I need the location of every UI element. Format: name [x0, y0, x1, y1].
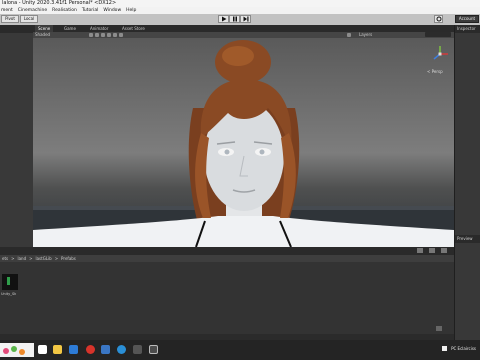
opera-icon[interactable] — [86, 345, 95, 354]
hierarchy-tab[interactable] — [0, 25, 33, 33]
window-title: lalona - Unity 2020.3.41f1 Personal* <DX… — [0, 0, 480, 7]
menu-item[interactable]: ment — [1, 7, 13, 14]
breadcrumb-separator: > — [29, 256, 33, 261]
account-dropdown[interactable]: Account — [455, 15, 479, 23]
main-toolbar: Pivot Local Account — [0, 14, 480, 25]
filter-icon[interactable] — [429, 248, 435, 253]
2d-toggle-icon[interactable] — [89, 33, 93, 37]
tab-scene[interactable]: Scene — [35, 25, 54, 32]
breadcrumb-item[interactable]: lastGLib — [35, 255, 51, 262]
menu-item-help[interactable]: Help — [126, 7, 136, 14]
tray-text: PC Eclairciss — [451, 346, 476, 351]
breadcrumb-item[interactable]: land — [17, 255, 26, 262]
unity-icon[interactable] — [149, 345, 158, 354]
system-tray: PC Eclairciss — [442, 346, 476, 351]
cloud-button[interactable] — [434, 15, 443, 23]
start-logo[interactable] — [0, 343, 34, 357]
tools-icon[interactable] — [347, 33, 351, 37]
effects-toggle-icon[interactable] — [107, 33, 111, 37]
breadcrumb-item-prefabs[interactable]: Prefabs — [61, 255, 76, 262]
os-taskbar: PC Eclairciss — [0, 340, 480, 360]
weather-icon[interactable] — [442, 346, 448, 351]
breadcrumb-separator: > — [54, 256, 59, 261]
pause-button[interactable] — [229, 15, 240, 23]
gear-icon — [436, 16, 441, 22]
file-explorer-icon[interactable] — [53, 345, 62, 354]
app-icon[interactable] — [117, 345, 126, 354]
scene-viewport[interactable]: < Persp — [33, 38, 454, 247]
asset-label: Unity_Sk — [1, 292, 17, 296]
scene-search-input[interactable] — [425, 32, 451, 37]
audio-toggle-icon[interactable] — [101, 33, 105, 37]
prefab-thumbnail[interactable] — [2, 274, 18, 290]
lighting-toggle-icon[interactable] — [95, 33, 99, 37]
edge-icon[interactable] — [69, 345, 78, 354]
project-browser: Unity_Sk — [0, 262, 454, 334]
github-icon[interactable] — [133, 345, 142, 354]
lock-icon[interactable] — [417, 248, 423, 253]
play-button[interactable] — [218, 15, 229, 23]
zoom-slider[interactable] — [436, 326, 442, 331]
pivot-toggle[interactable]: Pivot — [1, 15, 19, 23]
local-toggle[interactable]: Local — [20, 15, 38, 23]
tab-asset-store[interactable]: Asset Store — [119, 25, 148, 32]
step-button[interactable] — [240, 15, 251, 23]
hidden-objects-icon[interactable] — [113, 33, 117, 37]
camera-settings-icon[interactable] — [119, 33, 123, 37]
store-icon[interactable] — [101, 345, 110, 354]
menu-item-realisation[interactable]: Realisation — [52, 7, 77, 14]
inspector-tab[interactable]: Inspector — [455, 25, 480, 33]
pause-icon — [232, 16, 237, 22]
scene-tab-bar: Scene Game Animator Asset Store — [33, 25, 454, 32]
preview-tab[interactable]: Preview — [455, 235, 480, 243]
project-toolbar: ets > land > lastGLib > Prefabs — [0, 255, 454, 262]
star-icon[interactable] — [441, 248, 447, 253]
breadcrumb-item[interactable]: ets — [2, 255, 8, 262]
hierarchy-panel — [0, 25, 34, 247]
perspective-label[interactable]: < Persp — [427, 69, 443, 74]
breadcrumb-separator: > — [11, 256, 15, 261]
character-render — [33, 40, 454, 247]
step-icon — [243, 16, 248, 22]
project-tab-bar — [0, 247, 454, 255]
prefab-icon — [7, 277, 10, 285]
breadcrumb: ets > land > lastGLib > Prefabs — [2, 255, 76, 262]
menu-item-tutorial[interactable]: Tutorial — [82, 7, 99, 14]
tab-animator[interactable]: Animator — [87, 25, 111, 32]
inspector-panel: Inspector Preview — [454, 25, 480, 340]
tab-game[interactable]: Game — [61, 25, 79, 32]
orientation-gizmo[interactable] — [430, 44, 450, 64]
menu-item-cinemachine[interactable]: Cinemachine — [18, 7, 47, 14]
play-icon — [221, 16, 226, 22]
menu-bar: ment Cinemachine Realisation Tutorial Wi… — [0, 7, 480, 14]
search-icon[interactable] — [38, 345, 47, 354]
menu-item-window[interactable]: Window — [103, 7, 121, 14]
flowers-icon — [3, 346, 25, 355]
